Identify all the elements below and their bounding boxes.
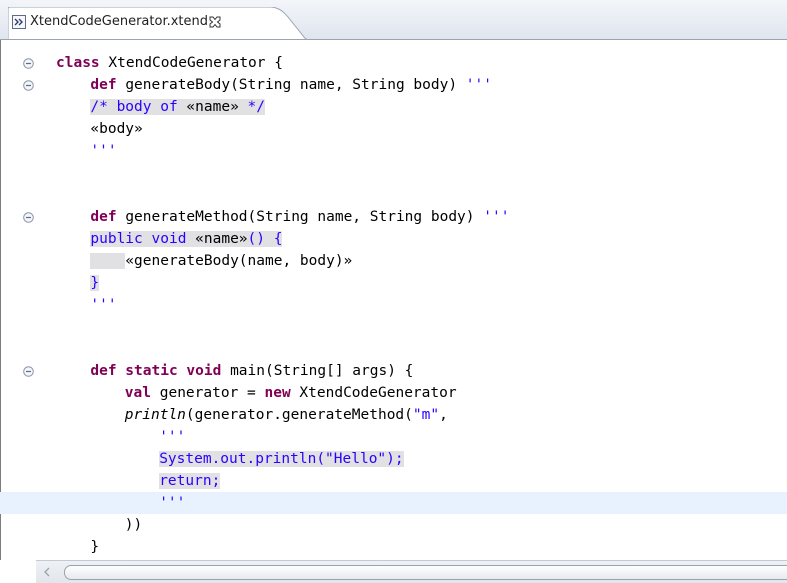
code-token: return; xyxy=(159,473,221,489)
code-text: return; xyxy=(159,473,221,489)
code-token: def static void xyxy=(90,363,222,379)
code-token: val xyxy=(124,385,151,401)
code-line[interactable]: } xyxy=(0,272,787,294)
code-token: (generator.generateMethod( xyxy=(185,407,413,423)
code-text: } xyxy=(90,275,100,291)
code-token: , xyxy=(439,407,448,423)
code-line[interactable]: return; xyxy=(0,470,787,492)
code-line[interactable]: «body» xyxy=(0,118,787,140)
close-icon[interactable] xyxy=(208,15,222,29)
code-line[interactable]: ''' xyxy=(0,140,787,162)
code-token: def xyxy=(90,209,117,225)
fold-toggle-icon[interactable] xyxy=(23,212,34,223)
fold-toggle-icon[interactable] xyxy=(23,80,34,91)
code-line[interactable] xyxy=(0,338,787,360)
code-text: println(generator.generateMethod("m", xyxy=(125,407,448,423)
code-text: «generateBody(name, body)» xyxy=(90,253,352,269)
code-token: ''' xyxy=(483,209,510,225)
code-token: XtendCodeGenerator xyxy=(290,385,457,401)
code-token: /* body of xyxy=(90,99,187,115)
code-line[interactable]: println(generator.generateMethod("m", xyxy=(0,404,787,426)
code-token: class xyxy=(56,55,100,71)
code-line[interactable]: System.out.println("Hello"); xyxy=(0,448,787,470)
scrollbar-thumb[interactable] xyxy=(64,565,787,580)
code-token: «name» xyxy=(186,99,239,115)
code-token: new xyxy=(264,385,291,401)
fold-toggle-icon[interactable] xyxy=(23,366,34,377)
horizontal-scrollbar[interactable] xyxy=(36,560,787,583)
code-token: main(String[] args) { xyxy=(221,363,414,379)
code-token: «name» xyxy=(195,231,248,247)
code-line[interactable] xyxy=(0,162,787,184)
tab-label: XtendCodeGenerator.xtend xyxy=(30,14,209,29)
editor-tab-bar: XtendCodeGenerator.xtend xyxy=(0,0,787,40)
code-token: ''' xyxy=(90,143,117,159)
code-text: ''' xyxy=(159,429,185,445)
code-line[interactable]: /* body of «name» */ xyxy=(0,96,787,118)
code-token: generateBody(String name, String body) xyxy=(116,77,466,93)
scroll-left-icon[interactable] xyxy=(42,567,52,577)
code-token: println xyxy=(124,407,186,423)
code-line[interactable]: public void «name»() { xyxy=(0,228,787,250)
code-line[interactable]: class XtendCodeGenerator { xyxy=(0,52,787,74)
code-text: } xyxy=(90,539,99,555)
code-token: } xyxy=(90,539,100,555)
code-line[interactable]: def static void main(String[] args) { xyxy=(0,360,787,382)
code-editor[interactable]: class XtendCodeGenerator { def generateBo… xyxy=(0,40,787,560)
code-token: ''' xyxy=(159,495,186,511)
code-token: public void xyxy=(90,231,196,247)
code-token: )) xyxy=(124,517,143,533)
code-line[interactable] xyxy=(0,184,787,206)
code-line[interactable]: ''' xyxy=(0,294,787,316)
code-text: public void «name»() { xyxy=(90,231,283,247)
xtend-file-icon xyxy=(12,15,26,29)
code-text: )) xyxy=(125,517,142,533)
code-text: ''' xyxy=(159,495,185,511)
code-token: ''' xyxy=(465,77,492,93)
code-token: «generateBody(name, body)» xyxy=(125,253,353,269)
code-token: "m" xyxy=(412,407,440,423)
code-token: () { xyxy=(247,231,283,247)
code-line[interactable]: «generateBody(name, body)» xyxy=(0,250,787,272)
code-text: def generateMethod(String name, String b… xyxy=(90,209,509,225)
code-token: System.out.println("Hello"); xyxy=(159,451,404,467)
code-line[interactable]: ''' xyxy=(0,426,787,448)
code-token: */ xyxy=(238,99,266,115)
code-text: ''' xyxy=(90,143,116,159)
code-text: «body» xyxy=(90,121,142,137)
code-line[interactable]: def generateBody(String name, String bod… xyxy=(0,74,787,96)
code-token: ''' xyxy=(90,297,117,313)
code-line[interactable]: } xyxy=(0,536,787,558)
code-token: generateMethod(String name, String body) xyxy=(116,209,484,225)
code-text: val generator = new XtendCodeGenerator xyxy=(125,385,457,401)
code-text: /* body of «name» */ xyxy=(90,99,266,115)
code-text: ''' xyxy=(90,297,116,313)
code-line[interactable] xyxy=(0,316,787,338)
current-line[interactable]: ''' xyxy=(0,492,787,514)
code-token: XtendCodeGenerator { xyxy=(99,55,283,71)
code-token: ''' xyxy=(159,429,186,445)
code-token: generator = xyxy=(151,385,265,401)
code-text: System.out.println("Hello"); xyxy=(159,451,404,467)
code-line[interactable]: val generator = new XtendCodeGenerator xyxy=(0,382,787,404)
code-text: class XtendCodeGenerator { xyxy=(56,55,283,71)
code-token xyxy=(90,253,126,269)
fold-toggle-icon[interactable] xyxy=(23,58,34,69)
code-line[interactable]: )) xyxy=(0,514,787,536)
code-text: def generateBody(String name, String bod… xyxy=(90,77,492,93)
code-token: def xyxy=(90,77,117,93)
tab-xtend-file[interactable]: XtendCodeGenerator.xtend xyxy=(8,7,310,40)
code-token: } xyxy=(90,275,100,291)
code-line[interactable]: def generateMethod(String name, String b… xyxy=(0,206,787,228)
code-token: «body» xyxy=(90,121,143,137)
code-text: def static void main(String[] args) { xyxy=(90,363,413,379)
